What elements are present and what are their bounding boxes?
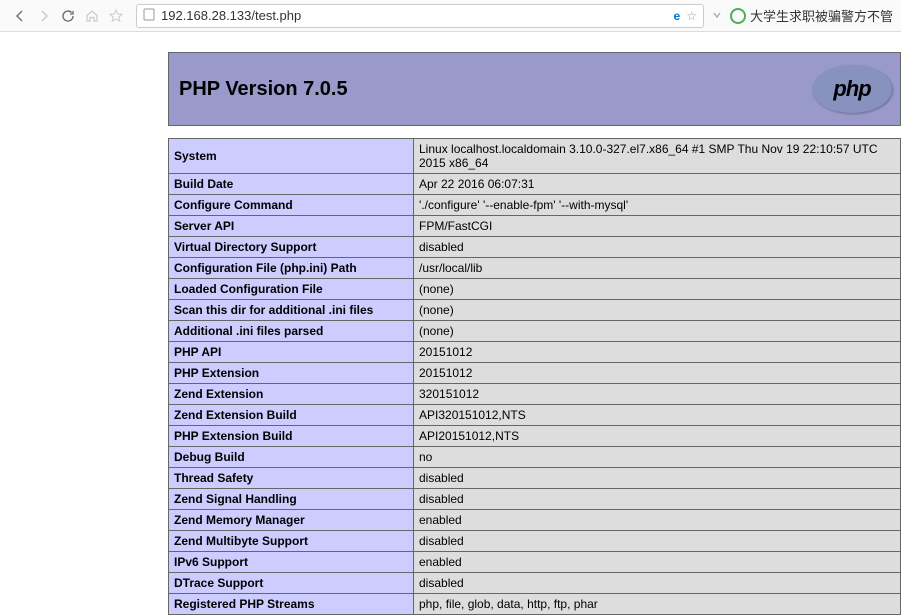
row-label: Configuration File (php.ini) Path xyxy=(169,258,414,279)
row-value: 20151012 xyxy=(414,342,901,363)
row-label: Loaded Configuration File xyxy=(169,279,414,300)
page-title: PHP Version 7.0.5 xyxy=(179,78,348,101)
row-label: PHP Extension Build xyxy=(169,426,414,447)
row-value: disabled xyxy=(414,573,901,594)
table-row: Virtual Directory Supportdisabled xyxy=(169,237,901,258)
row-label: Scan this dir for additional .ini files xyxy=(169,300,414,321)
table-row: Additional .ini files parsed(none) xyxy=(169,321,901,342)
row-value: enabled xyxy=(414,510,901,531)
url-text: 192.168.28.133/test.php xyxy=(161,8,674,23)
content-area: PHP Version 7.0.5 php SystemLinux localh… xyxy=(0,32,901,615)
table-row: Configure Command'./configure' '--enable… xyxy=(169,195,901,216)
table-row: Server APIFPM/FastCGI xyxy=(169,216,901,237)
row-value: (none) xyxy=(414,321,901,342)
phpinfo-table: SystemLinux localhost.localdomain 3.10.0… xyxy=(168,138,901,615)
row-value: API20151012,NTS xyxy=(414,426,901,447)
row-label: Zend Multibyte Support xyxy=(169,531,414,552)
toolbar-divider xyxy=(712,9,722,23)
row-label: IPv6 Support xyxy=(169,552,414,573)
row-value: disabled xyxy=(414,468,901,489)
table-row: SystemLinux localhost.localdomain 3.10.0… xyxy=(169,139,901,174)
row-value: './configure' '--enable-fpm' '--with-mys… xyxy=(414,195,901,216)
row-value: no xyxy=(414,447,901,468)
row-value: API320151012,NTS xyxy=(414,405,901,426)
table-row: Zend Signal Handlingdisabled xyxy=(169,489,901,510)
row-label: Build Date xyxy=(169,174,414,195)
row-value: disabled xyxy=(414,489,901,510)
row-value: enabled xyxy=(414,552,901,573)
table-row: Loaded Configuration File(none) xyxy=(169,279,901,300)
row-label: PHP Extension xyxy=(169,363,414,384)
table-row: Zend Extension BuildAPI320151012,NTS xyxy=(169,405,901,426)
table-row: Configuration File (php.ini) Path/usr/lo… xyxy=(169,258,901,279)
row-label: Registered PHP Streams xyxy=(169,594,414,615)
row-value: Linux localhost.localdomain 3.10.0-327.e… xyxy=(414,139,901,174)
row-value: disabled xyxy=(414,237,901,258)
row-label: System xyxy=(169,139,414,174)
row-value: Apr 22 2016 06:07:31 xyxy=(414,174,901,195)
url-security-icon xyxy=(143,8,155,24)
table-row: IPv6 Supportenabled xyxy=(169,552,901,573)
row-value: (none) xyxy=(414,279,901,300)
favorite-icon[interactable]: ☆ xyxy=(686,9,697,23)
row-label: Zend Extension xyxy=(169,384,414,405)
row-label: DTrace Support xyxy=(169,573,414,594)
table-row: Zend Memory Managerenabled xyxy=(169,510,901,531)
table-row: PHP API20151012 xyxy=(169,342,901,363)
table-row: Zend Multibyte Supportdisabled xyxy=(169,531,901,552)
table-row: Debug Buildno xyxy=(169,447,901,468)
table-row: Thread Safetydisabled xyxy=(169,468,901,489)
home-button[interactable] xyxy=(80,4,104,28)
browser-toolbar: 192.168.28.133/test.php e ☆ 大学生求职被骗警方不管 xyxy=(0,0,901,32)
forward-button[interactable] xyxy=(32,4,56,28)
table-row: PHP Extension BuildAPI20151012,NTS xyxy=(169,426,901,447)
row-label: Zend Signal Handling xyxy=(169,489,414,510)
row-value: /usr/local/lib xyxy=(414,258,901,279)
row-value: php, file, glob, data, http, ftp, phar xyxy=(414,594,901,615)
row-label: Thread Safety xyxy=(169,468,414,489)
url-bar[interactable]: 192.168.28.133/test.php e ☆ xyxy=(136,4,704,28)
back-button[interactable] xyxy=(8,4,32,28)
php-header: PHP Version 7.0.5 php xyxy=(168,52,901,126)
php-logo: php xyxy=(812,65,892,113)
row-label: Zend Extension Build xyxy=(169,405,414,426)
bookmark-icon[interactable] xyxy=(104,4,128,28)
table-row: DTrace Supportdisabled xyxy=(169,573,901,594)
row-label: Debug Build xyxy=(169,447,414,468)
row-value: 320151012 xyxy=(414,384,901,405)
row-label: Zend Memory Manager xyxy=(169,510,414,531)
search-suggestion-text: 大学生求职被骗警方不管 xyxy=(750,6,893,25)
table-row: Scan this dir for additional .ini files(… xyxy=(169,300,901,321)
search-engine-icon xyxy=(730,8,746,24)
table-row: Zend Extension320151012 xyxy=(169,384,901,405)
table-row: PHP Extension20151012 xyxy=(169,363,901,384)
php-logo-text: php xyxy=(833,76,870,102)
reload-button[interactable] xyxy=(56,4,80,28)
row-label: Additional .ini files parsed xyxy=(169,321,414,342)
row-label: Configure Command xyxy=(169,195,414,216)
row-label: Server API xyxy=(169,216,414,237)
table-row: Registered PHP Streamsphp, file, glob, d… xyxy=(169,594,901,615)
url-right-icons: e ☆ xyxy=(674,9,697,23)
row-value: disabled xyxy=(414,531,901,552)
row-value: (none) xyxy=(414,300,901,321)
search-suggestion[interactable]: 大学生求职被骗警方不管 xyxy=(730,6,893,25)
row-value: FPM/FastCGI xyxy=(414,216,901,237)
row-label: PHP API xyxy=(169,342,414,363)
table-row: Build DateApr 22 2016 06:07:31 xyxy=(169,174,901,195)
row-label: Virtual Directory Support xyxy=(169,237,414,258)
compat-icon[interactable]: e xyxy=(674,9,681,23)
row-value: 20151012 xyxy=(414,363,901,384)
